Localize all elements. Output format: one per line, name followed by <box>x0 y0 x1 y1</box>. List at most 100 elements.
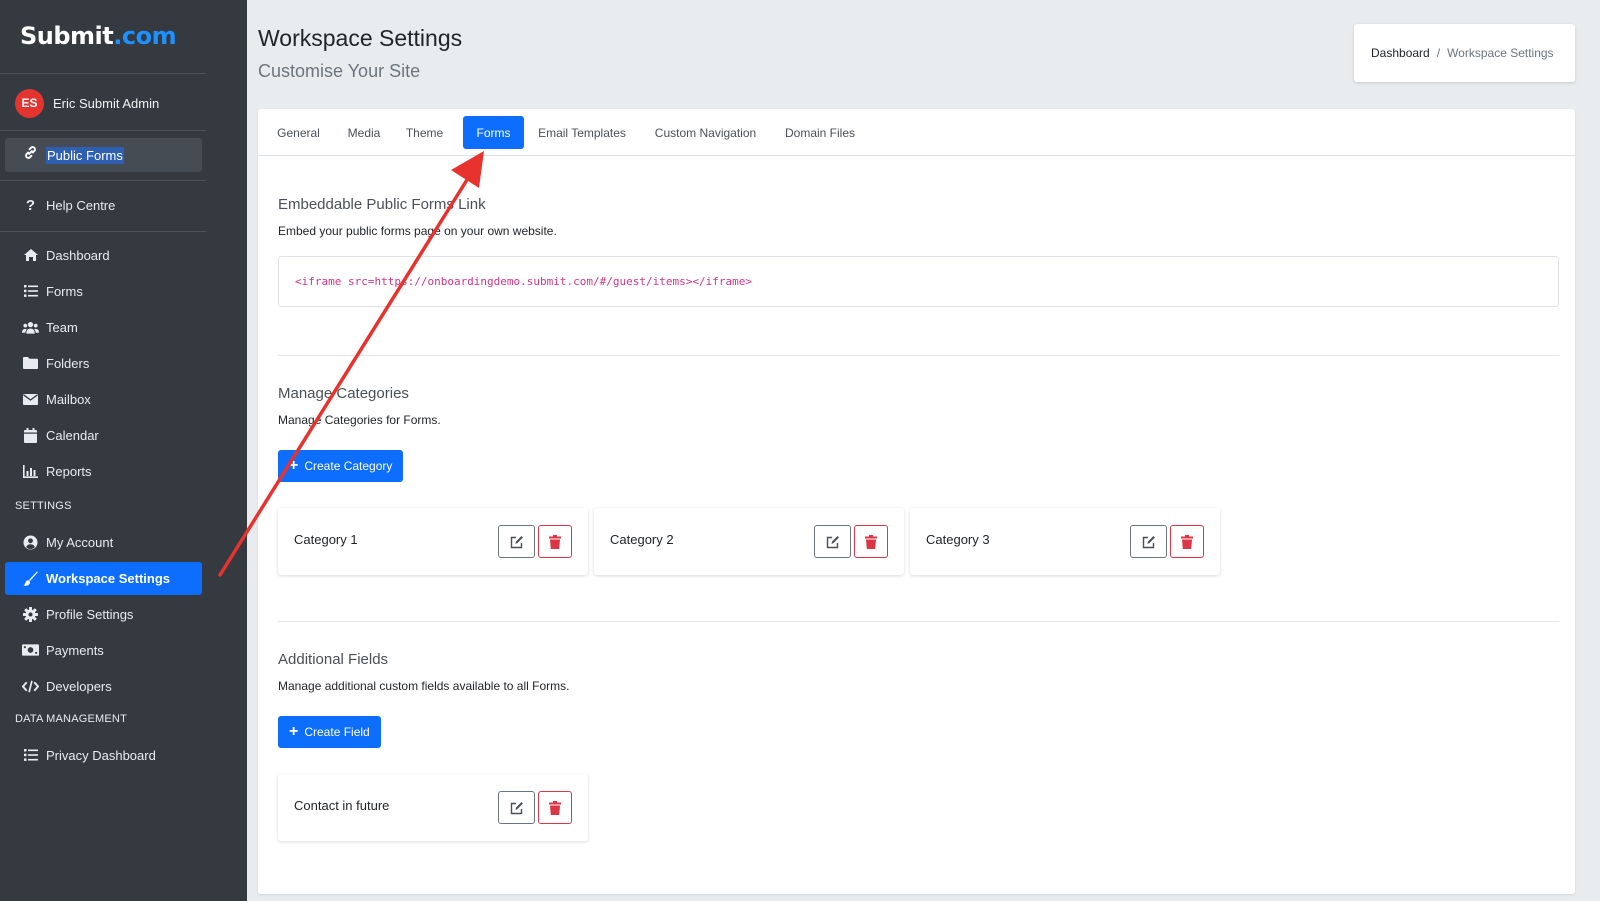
breadcrumb-dashboard-link[interactable]: Dashboard <box>1371 46 1430 60</box>
question-icon: ? <box>25 196 36 214</box>
sidebar-item-calendar[interactable]: Calendar <box>5 419 202 451</box>
sidebar-item-label: Reports <box>46 463 92 479</box>
delete-category-button[interactable] <box>854 525 888 558</box>
sidebar-item-label: Profile Settings <box>46 606 134 622</box>
edit-icon <box>1142 535 1155 548</box>
sidebar-item-team[interactable]: Team <box>5 311 202 343</box>
user-name: Eric Submit Admin <box>53 95 160 111</box>
home-icon <box>22 247 39 263</box>
logo-text-main: Submit <box>20 22 114 50</box>
embed-section-title: Embeddable Public Forms Link <box>278 196 486 213</box>
sidebar-item-label: Mailbox <box>46 391 91 407</box>
sidebar-item-label: Team <box>46 319 78 335</box>
trash-icon <box>549 534 561 549</box>
tab-custom-navigation[interactable]: Custom Navigation <box>645 116 766 149</box>
create-category-button[interactable]: + Create Category <box>278 450 404 482</box>
edit-field-button[interactable] <box>498 791 535 824</box>
tab-general[interactable]: General <box>269 116 328 149</box>
category-card: Category 2 <box>594 508 904 575</box>
users-icon <box>22 319 39 335</box>
sidebar-item-dashboard[interactable]: Dashboard <box>5 239 202 271</box>
sidebar-item-privacy-dashboard[interactable]: Privacy Dashboard <box>5 739 202 771</box>
sidebar-item-label: Calendar <box>46 427 99 443</box>
tab-email-templates[interactable]: Email Templates <box>530 116 634 149</box>
code-icon <box>22 678 39 694</box>
settings-section-label: SETTINGS <box>15 500 72 512</box>
user-profile[interactable]: ES Eric Submit Admin <box>15 88 159 118</box>
tab-domain-files[interactable]: Domain Files <box>777 116 863 149</box>
settings-tabs: General Media Theme Forms Email Template… <box>258 109 1575 156</box>
edit-icon <box>510 535 523 548</box>
fields-section-description: Manage additional custom fields availabl… <box>278 679 570 693</box>
chart-icon <box>22 463 39 479</box>
sidebar-divider <box>0 73 206 74</box>
sidebar-divider <box>0 231 206 232</box>
logo-text-domain: .com <box>113 22 177 50</box>
edit-icon <box>826 535 839 548</box>
embed-section-description: Embed your public forms page on your own… <box>278 224 557 238</box>
sidebar-item-folders[interactable]: Folders <box>5 347 202 379</box>
create-field-button[interactable]: + Create Field <box>278 716 381 748</box>
calendar-icon <box>22 427 39 443</box>
edit-category-button[interactable] <box>1130 525 1167 558</box>
tab-theme[interactable]: Theme <box>397 116 452 149</box>
sidebar-item-help-centre[interactable]: ? Help Centre <box>5 189 202 221</box>
category-name: Category 3 <box>926 532 990 547</box>
mail-icon <box>22 391 39 407</box>
categories-section-title: Manage Categories <box>278 385 409 402</box>
tab-forms[interactable]: Forms <box>463 116 524 149</box>
field-name: Contact in future <box>294 798 390 813</box>
delete-field-button[interactable] <box>538 791 572 824</box>
sidebar-item-label: My Account <box>46 534 114 550</box>
money-icon <box>22 642 39 658</box>
categories-section-description: Manage Categories for Forms. <box>278 413 441 427</box>
brush-icon <box>22 571 39 587</box>
embed-code-box[interactable]: <iframe src=https://onboardingdemo.submi… <box>278 256 1559 307</box>
sidebar-item-label: Payments <box>46 642 104 658</box>
field-card: Contact in future <box>278 774 588 841</box>
sidebar-item-profile-settings[interactable]: Profile Settings <box>5 598 202 630</box>
user-circle-icon <box>22 534 39 550</box>
sidebar-item-label: Folders <box>46 355 90 371</box>
plus-icon: + <box>289 457 299 474</box>
page-subtitle: Customise Your Site <box>258 61 421 81</box>
delete-category-button[interactable] <box>1170 525 1204 558</box>
list-icon <box>22 747 39 763</box>
list-icon <box>22 283 39 299</box>
create-field-label: Create Field <box>304 725 370 739</box>
gear-icon <box>22 606 39 622</box>
sidebar-item-label: Workspace Settings <box>46 571 171 586</box>
sidebar-item-my-account[interactable]: My Account <box>5 526 202 558</box>
trash-icon <box>1181 534 1193 549</box>
sidebar-divider <box>0 180 206 181</box>
sidebar-item-label: Privacy Dashboard <box>46 747 156 763</box>
breadcrumb-separator: / <box>1436 46 1441 60</box>
sidebar-item-public-forms[interactable]: Public Forms <box>5 138 202 172</box>
create-category-label: Create Category <box>304 459 393 473</box>
sidebar-item-mailbox[interactable]: Mailbox <box>5 383 202 415</box>
tab-media[interactable]: Media <box>338 116 390 149</box>
sidebar-item-workspace-settings[interactable]: Workspace Settings <box>5 562 202 595</box>
sidebar-item-label: Public Forms <box>46 146 124 164</box>
sidebar-item-payments[interactable]: Payments <box>5 634 202 666</box>
sidebar-item-label: Forms <box>46 283 83 299</box>
section-divider <box>278 621 1559 622</box>
sidebar-item-forms[interactable]: Forms <box>5 275 202 307</box>
sidebar-item-reports[interactable]: Reports <box>5 455 202 487</box>
fields-section-title: Additional Fields <box>278 651 389 668</box>
link-icon <box>23 145 38 165</box>
brand-logo[interactable]: Submit.com <box>20 22 177 50</box>
category-name: Category 2 <box>610 532 674 547</box>
avatar: ES <box>15 88 44 118</box>
sidebar: Submit.com ES Eric Submit Admin Public F… <box>0 0 247 901</box>
sidebar-item-label: Developers <box>46 678 112 694</box>
edit-category-button[interactable] <box>498 525 535 558</box>
data-management-section-label: DATA MANAGEMENT <box>15 713 127 725</box>
delete-category-button[interactable] <box>538 525 572 558</box>
edit-category-button[interactable] <box>814 525 851 558</box>
sidebar-divider <box>0 130 206 131</box>
sidebar-item-developers[interactable]: Developers <box>5 670 202 702</box>
category-card: Category 3 <box>910 508 1220 575</box>
breadcrumb: Dashboard / Workspace Settings <box>1354 24 1575 82</box>
edit-icon <box>510 801 523 814</box>
